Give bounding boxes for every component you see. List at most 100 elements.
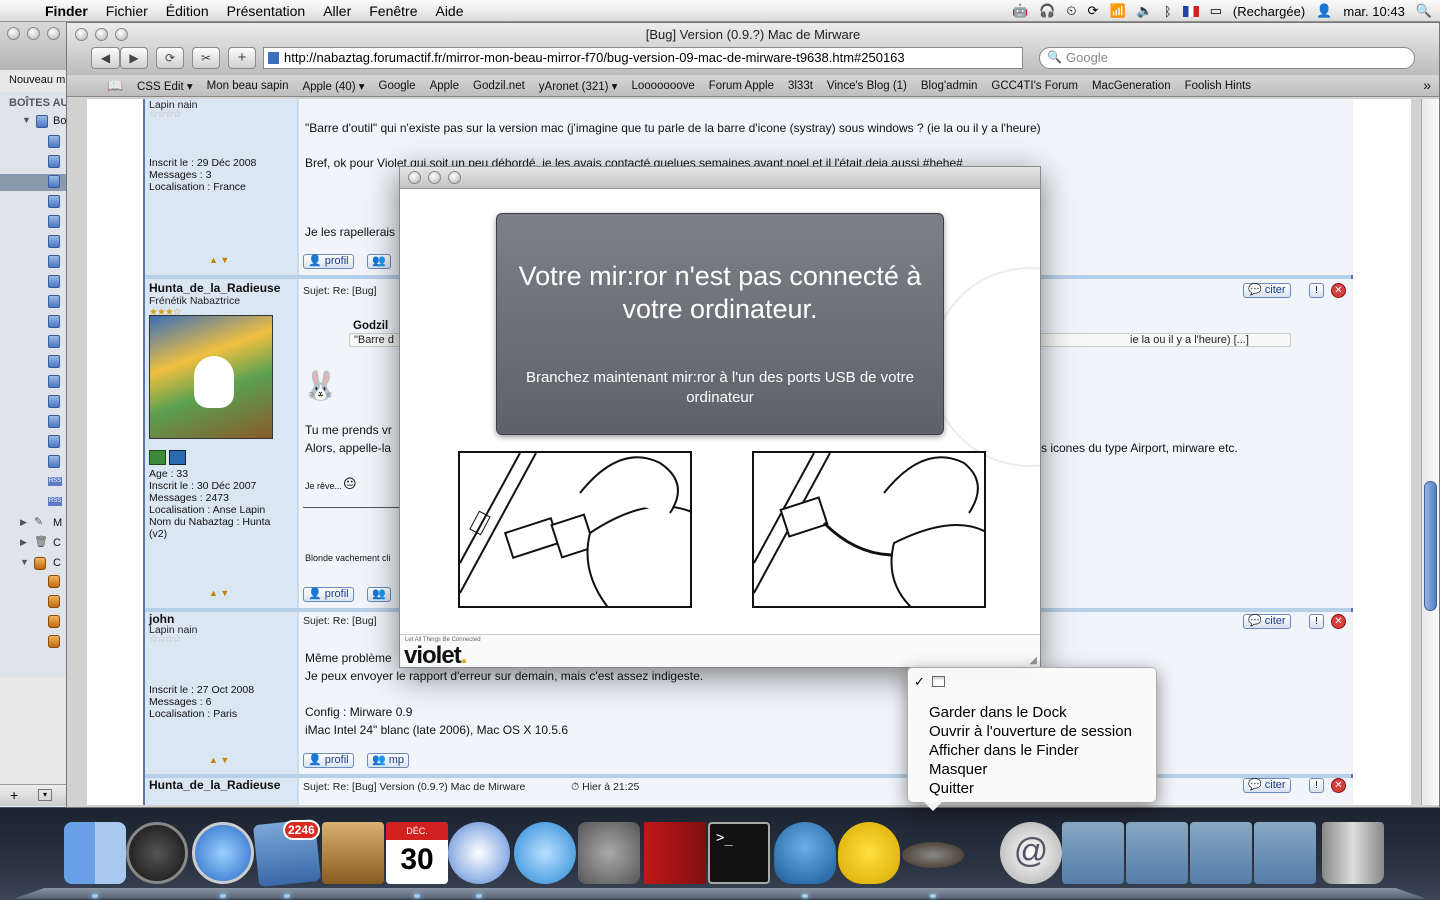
search-field[interactable]: Google (1039, 47, 1415, 69)
menu-app-finder[interactable]: Finder (36, 0, 97, 22)
post2-username[interactable]: Hunta_de_la_Radieuse (149, 281, 280, 295)
menu-aide[interactable]: Aide (426, 0, 472, 22)
mailbox-icon[interactable] (48, 395, 60, 408)
bookmark-css-edit[interactable]: CSS Edit ▾ (137, 79, 193, 93)
quicktime-icon[interactable] (514, 822, 576, 884)
mailbox-icon[interactable] (48, 375, 60, 388)
mailbox-icon[interactable] (48, 415, 60, 428)
dashboard-icon[interactable] (126, 822, 188, 884)
mailbox-icon[interactable] (48, 135, 60, 148)
post3-pm-button[interactable]: 👥 mp (367, 753, 410, 768)
delete-icon[interactable]: ✕ (1331, 614, 1346, 629)
mailbox-icon[interactable] (48, 235, 60, 248)
post1-profile-button[interactable]: 👤 profil (303, 254, 354, 269)
post2-profile-button[interactable]: 👤 profil (303, 587, 354, 602)
ical-icon[interactable]: DÉC. 30 (386, 822, 448, 884)
photo-booth-icon[interactable] (644, 822, 706, 884)
mailbox-item-c2[interactable]: C (53, 557, 61, 569)
bookmark-blogadmin[interactable]: Blog'admin (921, 80, 978, 92)
safari-icon[interactable] (192, 822, 254, 884)
terminal-icon[interactable]: >_ (708, 822, 770, 884)
window-icon[interactable] (932, 676, 945, 687)
bluetooth-icon[interactable]: ᛒ (1164, 4, 1172, 19)
lock-mailbox-icon[interactable] (48, 595, 60, 608)
sync-icon[interactable]: ⟳ (1088, 3, 1099, 19)
bookmark-foolish-hints[interactable]: Foolish Hints (1185, 80, 1251, 92)
battery-icon[interactable]: ▭ (1210, 3, 1222, 19)
mailbox-item-m[interactable]: M (53, 517, 62, 529)
bookmark-yaronet[interactable]: yAronet (321) ▾ (539, 79, 618, 93)
menu-show-in-finder[interactable]: Afficher dans le Finder (929, 742, 1079, 759)
applications-folder-icon[interactable] (1062, 822, 1124, 884)
lock-mailbox-icon[interactable] (48, 635, 60, 648)
headphones-icon[interactable]: 🎧 (1039, 3, 1055, 19)
mailbox-icon[interactable] (48, 435, 60, 448)
menu-hide[interactable]: Masquer (929, 761, 987, 778)
volume-icon[interactable]: 🔈 (1137, 3, 1153, 19)
report-icon[interactable]: ! (1309, 614, 1324, 629)
web-clip-button[interactable]: ✂ (192, 47, 220, 69)
menu-edition[interactable]: Édition (157, 0, 218, 22)
user-icon[interactable]: 👤 (1316, 3, 1332, 19)
mail-zoom-button[interactable] (47, 27, 60, 40)
post1-pm-button[interactable]: 👥 (367, 254, 391, 269)
system-preferences-icon[interactable] (578, 822, 640, 884)
disclosure-triangle-icon[interactable]: ▼ (22, 115, 31, 125)
lock-mailbox-icon[interactable] (48, 575, 60, 588)
new-message-label[interactable]: Nouveau m (9, 74, 65, 86)
dialog-titlebar[interactable] (400, 167, 1040, 189)
menu-presentation[interactable]: Présentation (218, 0, 315, 22)
post2-avatar[interactable] (149, 315, 273, 439)
more-bookmarks-chevron-icon[interactable]: » (1423, 77, 1431, 93)
post4-username[interactable]: Hunta_de_la_Radieuse (149, 778, 280, 792)
smart-mailbox-icon[interactable]: ✎ (34, 515, 43, 528)
menu-open-at-login[interactable]: Ouvrir à l'ouverture de session (929, 723, 1132, 740)
mail-minimize-button[interactable] (27, 27, 40, 40)
dialog-close-button[interactable] (408, 171, 421, 184)
mailbox-icon[interactable] (48, 195, 60, 208)
disclosure-triangle-icon[interactable]: ▼ (20, 557, 29, 567)
menu-quit[interactable]: Quitter (929, 780, 974, 797)
wifi-icon[interactable]: 📶 (1109, 3, 1125, 19)
bookmarks-book-icon[interactable]: 📖 (107, 78, 123, 94)
browser-titlebar[interactable]: [Bug] Version (0.9.?) Mac de Mirware ◀ ▶… (67, 23, 1439, 97)
menu-fenetre[interactable]: Fenêtre (360, 0, 426, 22)
page-scrollbar[interactable] (1421, 99, 1439, 805)
mail-close-button[interactable] (7, 27, 20, 40)
dialog-zoom-button[interactable] (448, 171, 461, 184)
post3-profile-button[interactable]: 👤 profil (303, 753, 354, 768)
scroll-arrows-icon[interactable]: ▲ ▼ (209, 755, 229, 765)
scroll-arrows-icon[interactable]: ▲ ▼ (209, 255, 229, 265)
bookmark-macgeneration[interactable]: MacGeneration (1092, 80, 1171, 92)
robot-status-icon[interactable]: 🤖 (1012, 3, 1028, 19)
delete-icon[interactable]: ✕ (1331, 778, 1346, 793)
post4-quote-button[interactable]: 💬 citer (1243, 778, 1291, 793)
mailbox-icon[interactable] (48, 315, 60, 328)
post4-subject[interactable]: Sujet: Re: [Bug] Version (0.9.?) Mac de … (303, 781, 525, 793)
disclosure-triangle-icon[interactable]: ▶ (20, 517, 27, 528)
post2-quote-button[interactable]: 💬 citer (1243, 283, 1291, 298)
cyberduck-icon[interactable] (838, 822, 900, 884)
post3-quote-button[interactable]: 💬 citer (1243, 614, 1291, 629)
bookmark-vinces-blog[interactable]: Vince's Blog (1) (827, 80, 907, 92)
post3-subject[interactable]: Sujet: Re: [Bug] (303, 615, 377, 627)
mailbox-icon[interactable] (48, 175, 60, 188)
mailbox-icon[interactable] (48, 255, 60, 268)
post2-pm-button[interactable]: 👥 (367, 587, 391, 602)
menu-keep-in-dock[interactable]: Garder dans le Dock (929, 704, 1067, 721)
bookmark-apple[interactable]: Apple (430, 80, 459, 92)
post2-subject[interactable]: Sujet: Re: [Bug] (303, 285, 377, 297)
spotlight-icon[interactable]: 🔍 (1416, 3, 1432, 19)
bookmark-godzil[interactable]: Godzil.net (473, 80, 525, 92)
forward-button[interactable]: ▶ (120, 47, 148, 69)
resize-grip-icon[interactable]: ◢ (1029, 655, 1037, 666)
delete-icon[interactable]: ✕ (1331, 283, 1346, 298)
adium-icon[interactable] (774, 822, 836, 884)
downloads-folder-icon[interactable] (1254, 822, 1316, 884)
mail-server-icon[interactable]: @ (1000, 822, 1062, 884)
time-machine-icon[interactable]: ⏲ (1066, 3, 1076, 19)
add-mailbox-icon[interactable]: + (10, 787, 18, 803)
mailbox-item-bo[interactable]: Bo (53, 115, 66, 127)
mailbox-icon[interactable] (48, 335, 60, 348)
mirware-icon[interactable] (902, 842, 964, 868)
